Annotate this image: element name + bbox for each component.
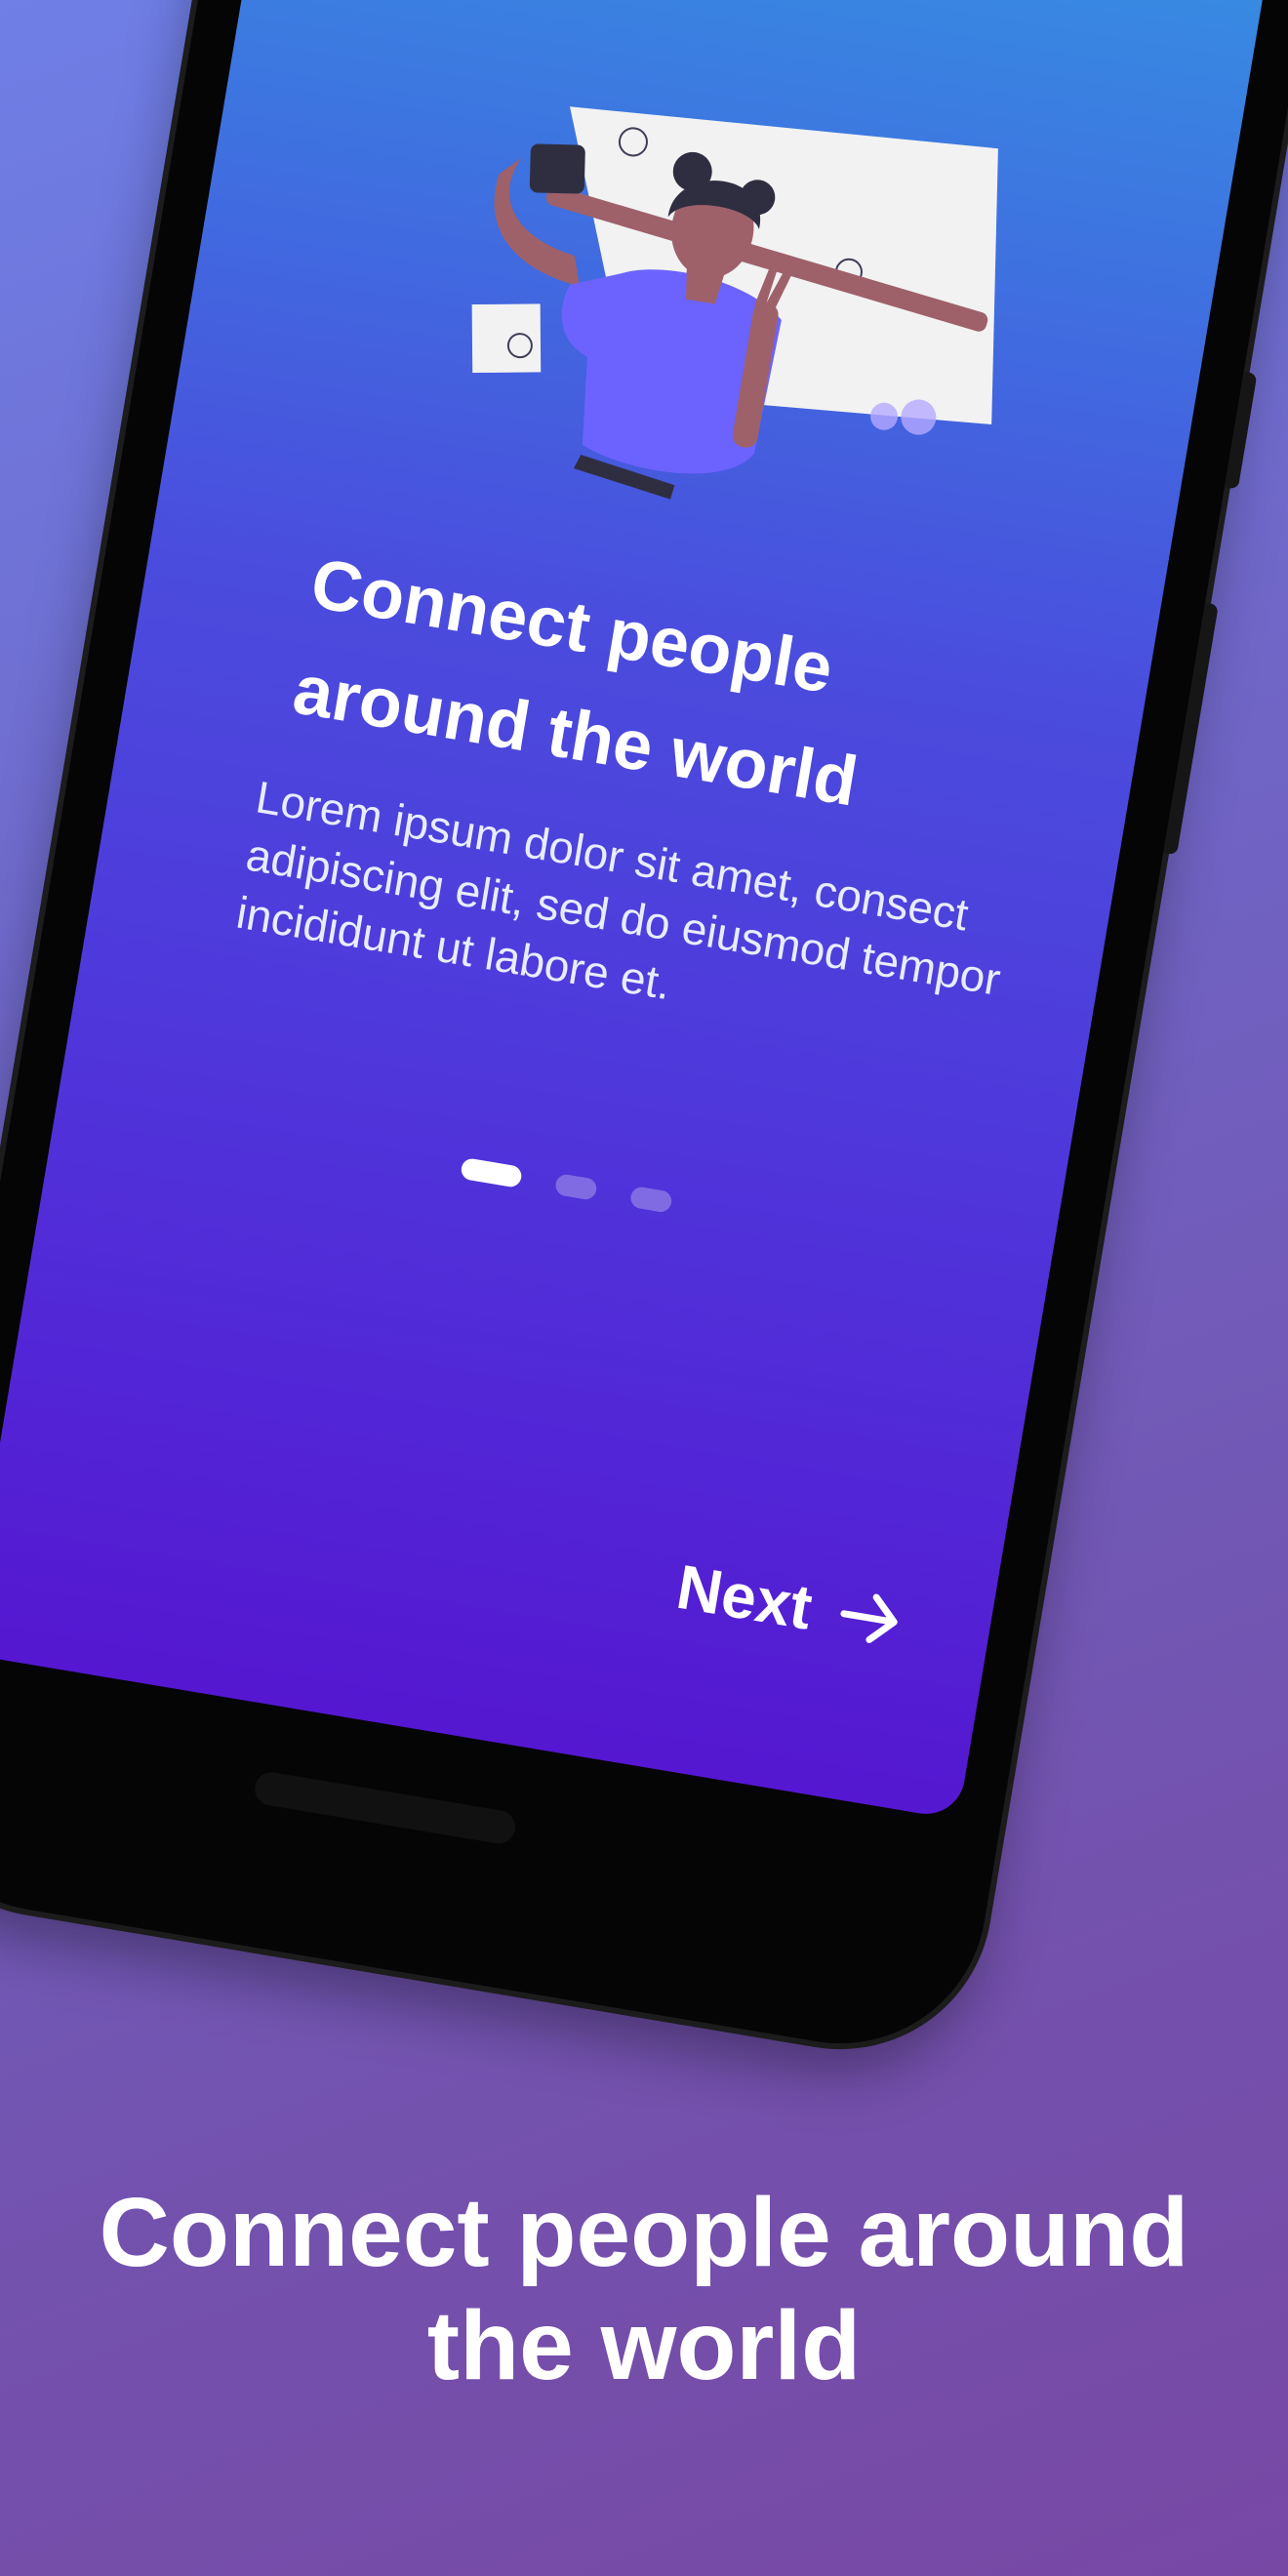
page-indicator-dot[interactable] xyxy=(553,1173,598,1201)
next-button-label: Next xyxy=(671,1550,818,1643)
next-button[interactable]: Next xyxy=(671,1550,907,1659)
promo-scene: Connect people around the world Lorem ip… xyxy=(0,0,1288,2576)
promo-caption: Connect people around the world xyxy=(0,2176,1288,2402)
page-indicator-dot[interactable] xyxy=(628,1186,673,1214)
promo-caption-line1: Connect people around xyxy=(99,2178,1189,2287)
phone-power-button xyxy=(1224,371,1258,490)
onboarding-screen: Connect people around the world Lorem ip… xyxy=(0,0,1280,1820)
promo-caption-line2: the world xyxy=(426,2291,862,2400)
phone-device: Connect people around the world Lorem ip… xyxy=(0,0,1288,2066)
home-indicator xyxy=(252,1769,518,1846)
page-indicator xyxy=(460,1156,673,1214)
phone-side-button xyxy=(1163,602,1219,856)
selfie-woman-illustration xyxy=(471,106,998,500)
page-indicator-dot-active[interactable] xyxy=(460,1156,523,1188)
arrow-right-icon xyxy=(840,1593,898,1643)
